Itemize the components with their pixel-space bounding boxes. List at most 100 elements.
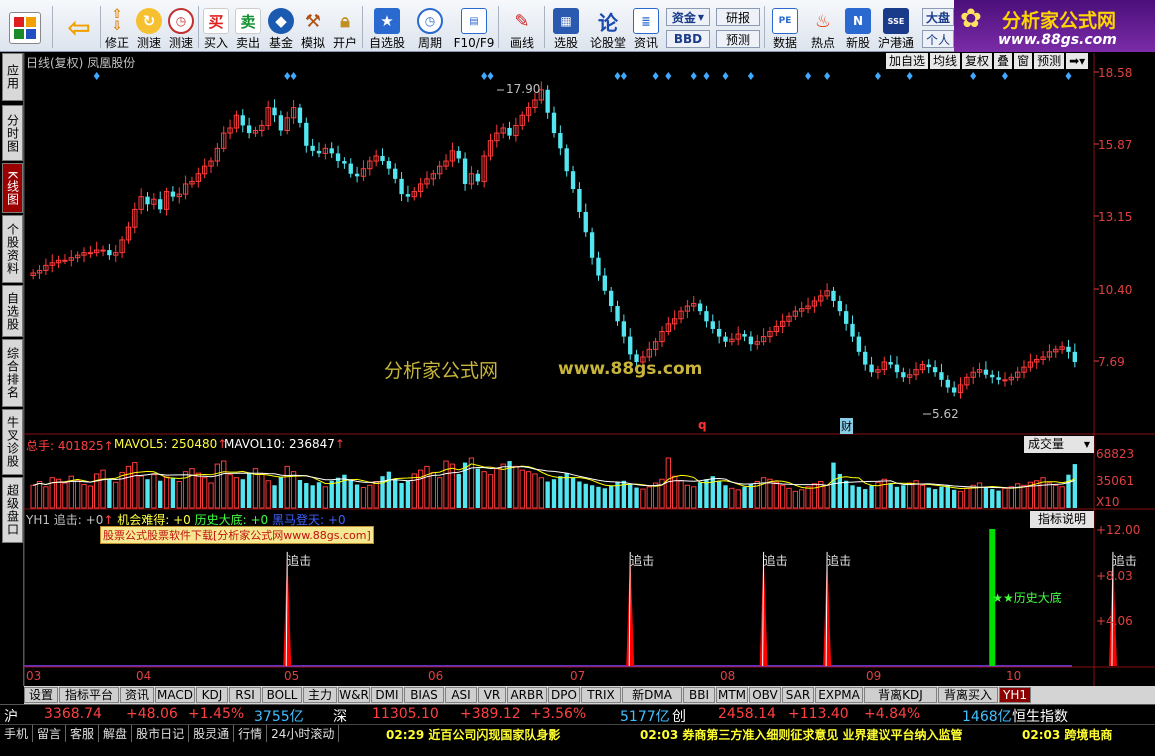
back-button[interactable]: ⇦ [60,4,98,50]
quick-tab[interactable]: 股灵通 [189,725,235,743]
indicator-tab[interactable]: BIAS [404,687,444,703]
news-button[interactable]: ≣ 资讯 [630,4,662,50]
buy-button[interactable]: 买 买入 [202,4,230,50]
side-tab-kline[interactable]: K线图 [2,163,23,213]
simulate-button[interactable]: ⚒ 模拟 [298,4,328,51]
volume-bar [417,469,424,509]
open-account-button[interactable]: 🔒︎ 开户 [330,4,360,51]
indicator-tab[interactable]: 指标平台 [59,687,119,703]
indicator-tab[interactable]: 背离KDJ [864,687,937,703]
f10-button[interactable]: ▤ F10/F9 [452,4,496,50]
volume-bar [665,457,672,509]
volume-bar [558,476,563,508]
quick-tab[interactable]: 解盘 [99,725,133,743]
xiuzheng-button[interactable]: ⇧ ⇩ 修正 [104,4,130,50]
side-tab-level2[interactable]: 超级盘口 [2,477,23,543]
indicator-help-button[interactable]: 指标说明 [1030,511,1094,528]
candle [926,364,931,368]
period-button[interactable]: ◷ 周期 [410,4,450,50]
quick-tab[interactable]: 行情 [234,725,268,743]
indicator-tab[interactable]: KDJ [196,687,228,703]
indicator-tab[interactable]: BOLL [262,687,302,703]
volume-dropdown[interactable]: 成交量 ▼ [1024,436,1094,453]
ad-banner[interactable]: 股票公式股票软件下载[分析家公式网www.88gs.com] [100,526,374,544]
volume-bar [233,477,240,509]
volume-bar [792,490,799,509]
volume-bar [284,465,290,509]
candle [545,89,550,113]
indicator-tab[interactable]: ARBR [507,687,547,703]
indicator-tab[interactable]: TRIX [581,687,621,703]
zijin-button[interactable]: 资金 ▼ [666,8,710,26]
indicator-tab[interactable]: SAR [782,687,814,703]
hk-connect-button[interactable]: SSE 沪港通 [876,4,916,50]
new-stock-button[interactable]: N 新股 [842,4,874,50]
volume-bar [551,479,557,508]
fund-button[interactable]: ◆ 基金 [266,4,296,50]
forum-button[interactable]: 论 论股堂 [588,4,628,51]
dapan-button[interactable]: 大盘 [922,8,954,26]
indicator-tab[interactable]: 背离买入 [938,687,998,703]
indicator-tab[interactable]: DPO [548,687,580,703]
lock-icon: 🔒︎ [340,10,350,32]
side-tab-profile[interactable]: 个股资料 [2,215,23,283]
news-item-2[interactable]: 02:03 券商第三方准入细则征求意见 业界建议平台纳入监管 [640,726,963,743]
volume-bar [532,473,538,509]
sell-button[interactable]: 卖 卖出 [234,4,262,50]
volume-bar [704,479,709,508]
indicator-tab[interactable]: YH1 [999,687,1031,703]
candle [710,321,715,329]
volume-bar [475,468,480,508]
personal-button[interactable]: 个人 [922,30,954,48]
indicator-tab[interactable]: DMI [371,687,403,703]
news-item-1[interactable]: 02:29 近百公司闪现国家队身影 [386,726,560,743]
indicator-tab[interactable]: OBV [749,687,781,703]
volume-bar [628,484,633,508]
indicator-tab[interactable]: BBI [683,687,715,703]
indicator-tab[interactable]: 主力 [303,687,337,703]
new-stock-icon: N [845,8,871,34]
volume-bar [201,477,208,509]
volume-bar [208,482,214,509]
indicator-tab[interactable]: ASI [445,687,477,703]
research-button[interactable]: 研报 [716,8,760,26]
side-tab-watchlist[interactable]: 自选股 [2,285,23,337]
clock-button[interactable]: ◷ 测速 [166,4,196,50]
quick-tab[interactable]: 留言 [33,725,67,743]
indicator-tab[interactable]: 资讯 [120,687,154,703]
indicator-tab[interactable]: MTM [716,687,748,703]
draw-line-button[interactable]: ✎ 画线 [502,4,542,51]
hot-button[interactable]: ♨ 热点 [806,4,840,51]
stock-picker-button[interactable]: ▦ 选股 [546,4,586,50]
news-item-3[interactable]: 02:03 跨境电商 [1022,726,1112,743]
app-menu-button[interactable] [6,4,44,50]
volume-bar [399,483,404,508]
indicator-tab[interactable]: MACD [155,687,195,703]
quick-tab[interactable]: 24小时滚动 [267,725,340,743]
volume-bar [449,463,456,509]
toolbar: ⇦ ⇧ ⇩ 修正 ↻ 测速 ◷ 测速 买 买入 卖 卖出 ◆ 基金 ⚒ 模拟 🔒… [0,0,1155,52]
cesu-button[interactable]: ↻ 测速 [134,4,164,50]
quick-tab[interactable]: 客服 [66,725,100,743]
quick-tab[interactable]: 手机 [0,725,34,743]
bbd-button[interactable]: BBD [666,30,710,48]
side-tab-intraday[interactable]: 分时图 [2,105,23,161]
indicator-tab[interactable]: VR [478,687,506,703]
volume-bar [831,462,836,508]
volume-bar [348,479,353,508]
candle [837,300,842,312]
indicator-tab[interactable]: W&R [338,687,370,703]
indicator-tab[interactable]: 新DMA [622,687,682,703]
watchlist-button[interactable]: ★ 自选股 [366,4,408,50]
quick-tab[interactable]: 股市日记 [132,725,190,743]
refresh-icon: ↻ [136,8,162,34]
forecast-button[interactable]: 预测 [716,30,760,48]
indicator-tab[interactable]: EXPMA [815,687,863,703]
indicator-tab[interactable]: RSI [229,687,261,703]
data-button[interactable]: PE 数据 [768,4,802,50]
volume-bar [519,469,525,509]
indicator-tab[interactable]: 设置 [24,687,58,703]
side-tab-apps[interactable]: 应用 [2,53,23,101]
side-tab-ranking[interactable]: 综合排名 [2,339,23,407]
side-tab-diagnosis[interactable]: 牛叉诊股 [2,409,23,475]
